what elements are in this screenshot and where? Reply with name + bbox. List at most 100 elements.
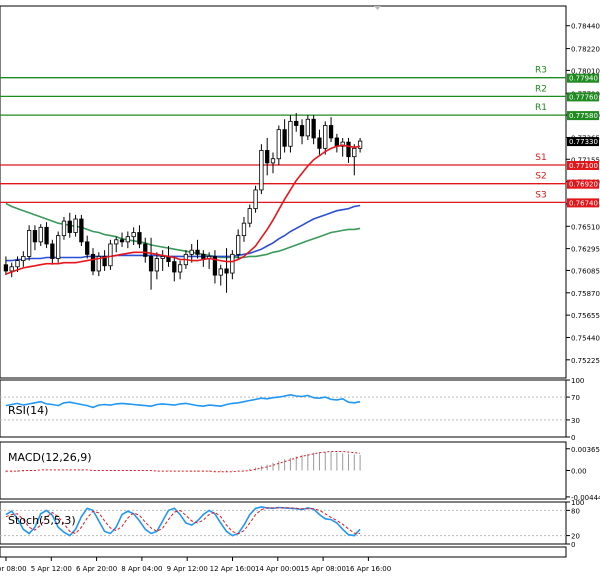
candle-body: [346, 141, 351, 158]
candle-body: [224, 268, 229, 274]
candle-body: [282, 129, 287, 147]
forex-chart: 0.784400.782200.780100.777900.775800.773…: [0, 5, 600, 573]
candle-body: [125, 236, 130, 243]
candle-body: [38, 226, 43, 243]
candle-body: [79, 218, 84, 243]
candle-body: [334, 137, 340, 147]
indicator-tick-label: 20: [571, 533, 580, 541]
rsi-label: RSI(14): [8, 404, 48, 417]
level-price-label: 0.77760: [569, 93, 598, 101]
time-axis: 2 Apr 08:00 5 Apr 12:00 6 Apr 20:00 8 Apr 0…: [0, 546, 567, 573]
level-name-r2: R2: [535, 84, 547, 94]
price-tick-label: 0.75655: [571, 312, 600, 320]
macd-label: MACD(12,26,9): [8, 451, 92, 464]
level-name-r1: R1: [535, 103, 547, 113]
price-panel: 0.784400.782200.780100.777900.775800.773…: [0, 5, 600, 379]
candle-body: [288, 120, 293, 147]
candle-body: [3, 264, 9, 272]
level-price-label: 0.76740: [569, 199, 598, 207]
candle-body: [90, 253, 96, 272]
candle-body: [119, 239, 125, 243]
candle-body: [61, 220, 67, 237]
candle-body: [21, 256, 26, 261]
candle-body: [172, 261, 177, 273]
candle-body: [241, 222, 247, 237]
level-name-s3: S3: [535, 190, 546, 200]
candle-body: [352, 147, 357, 158]
candle-body: [137, 232, 142, 245]
level-price-label: 0.77100: [569, 162, 598, 170]
indicator-tick-label: 0.00: [571, 468, 587, 476]
price-tick-label: 0.75225: [571, 357, 600, 365]
rsi-panel: 100 70 30 0: [0, 377, 584, 442]
candle-body: [131, 232, 136, 238]
candle-body: [73, 218, 78, 233]
price-tick-label: 0.76510: [571, 223, 600, 231]
candle-body: [195, 249, 200, 255]
candle-body: [160, 256, 165, 259]
time-tick-label: 14 Apr 00:00: [255, 565, 301, 573]
candle-body: [236, 235, 241, 255]
candle-body: [270, 158, 276, 164]
candle-body: [218, 268, 223, 276]
time-tick-label: 2 Apr 08:00: [0, 565, 27, 573]
candle-body: [15, 260, 20, 268]
price-tick-label: 0.76085: [571, 267, 600, 275]
indicator-tick-label: 80: [571, 507, 580, 515]
time-tick-label: 16 Apr 16:00: [346, 565, 392, 573]
candle-body: [311, 118, 316, 139]
candle-body: [253, 189, 258, 210]
candle-body: [265, 150, 270, 164]
candle-body: [26, 230, 32, 257]
candle-body: [201, 253, 206, 259]
price-plot-area: [0, 5, 567, 379]
current-price-label: 0.77330: [569, 138, 598, 146]
candle-body: [259, 150, 264, 191]
time-tick-label: 6 Apr 20:00: [76, 565, 117, 573]
indicator-plot-area: [0, 379, 567, 438]
candle-body: [276, 129, 281, 160]
time-tick-label: 5 Apr 12:00: [31, 565, 72, 573]
candle-body: [299, 125, 305, 137]
candle-body: [177, 264, 183, 273]
indicator-tick-label: 30: [571, 417, 580, 425]
price-tick-label: 0.76295: [571, 246, 600, 254]
indicator-tick-label: 0.003659: [571, 446, 600, 454]
stoch-panel: 10080 200: [0, 499, 584, 549]
level-price-label: 0.77940: [569, 75, 598, 83]
time-tick-label: 12 Apr 16:00: [210, 565, 256, 573]
level-name-s2: S2: [535, 172, 546, 182]
candle-body: [50, 243, 55, 259]
price-tick-label: 0.78220: [571, 46, 600, 54]
candle-body: [56, 235, 61, 259]
indicator-tick-label: 0: [571, 434, 575, 442]
price-tick-label: 0.75870: [571, 290, 600, 298]
level-name-r3: R3: [535, 66, 547, 76]
candle-body: [32, 230, 38, 243]
candle-body: [108, 243, 113, 267]
candle-body: [230, 253, 235, 274]
indicator-tick-label: 100: [571, 377, 584, 385]
candle-body: [114, 239, 119, 245]
candle-body: [247, 208, 252, 224]
candle-body: [67, 220, 72, 233]
price-tick-label: 0.75440: [571, 334, 600, 342]
candle-body: [323, 125, 328, 149]
candle-body: [189, 249, 194, 255]
candle-body: [294, 120, 299, 126]
candle-body: [317, 137, 322, 149]
candle-body: [85, 241, 90, 255]
candle-body: [154, 258, 160, 272]
indicator-tick-label: 0: [571, 541, 575, 549]
candle-body: [305, 118, 310, 137]
level-price-label: 0.76920: [569, 181, 598, 189]
time-tick-label: 9 Apr 12:00: [167, 565, 208, 573]
level-price-label: 0.77580: [569, 112, 598, 120]
time-tick-label: 8 Apr 04:00: [121, 565, 162, 573]
level-name-s1: S1: [535, 153, 546, 163]
candle-body: [44, 226, 49, 245]
candle-body: [143, 243, 148, 257]
time-tick-label: 15 Apr 08:00: [300, 565, 346, 573]
candle-body: [9, 266, 14, 272]
price-tick-label: 0.78440: [571, 23, 600, 31]
